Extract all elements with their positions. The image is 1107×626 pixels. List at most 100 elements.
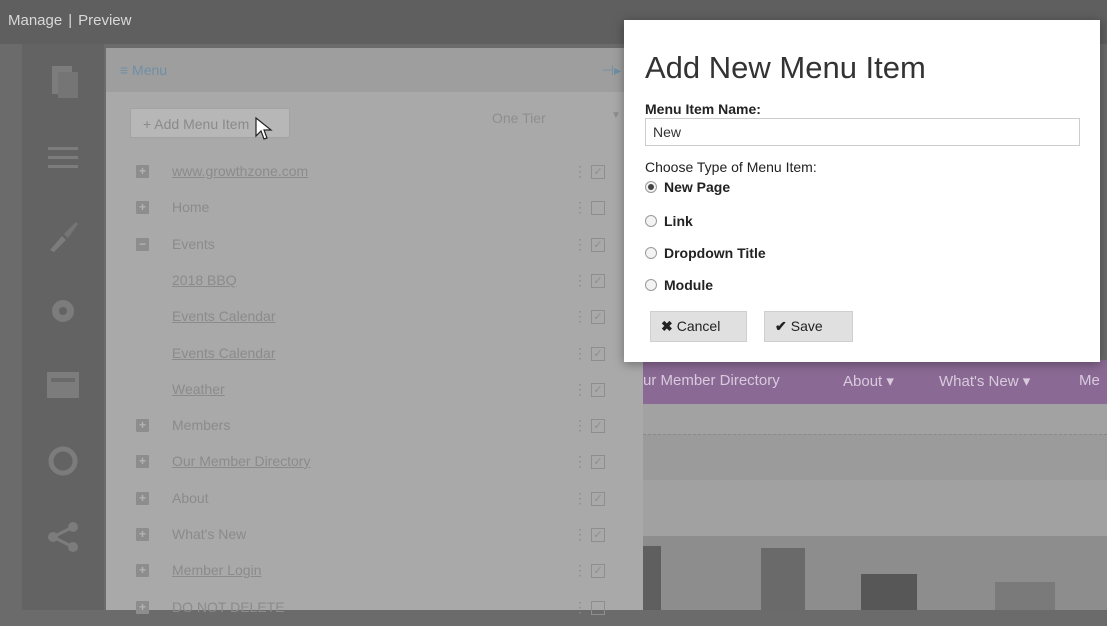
menu-panel-title: ≡ Menu [120,62,168,78]
radio-link[interactable] [645,215,657,227]
menu-item-label[interactable]: Events [172,236,215,252]
tier-select[interactable]: One Tier [492,110,546,126]
chevron-down-icon[interactable]: ▼ [611,110,621,121]
menu-item-label[interactable]: What's New [172,526,246,542]
manage-link[interactable]: Manage [8,12,62,29]
drag-handle-icon[interactable]: ⋮ [573,490,587,507]
option-label: New Page [664,179,731,195]
drag-handle-icon[interactable]: ⋮ [573,236,587,253]
cancel-button[interactable]: ✖ Cancel [650,311,747,342]
drag-handle-icon[interactable]: ⋮ [573,599,587,616]
menu-item-row[interactable]: Weather ⋮ ✓ [106,372,643,408]
menu-item-label[interactable]: Weather [172,381,225,397]
expand-icon[interactable]: + [136,492,149,505]
menu-item-label[interactable]: Events Calendar [172,345,276,361]
drag-handle-icon[interactable]: ⋮ [573,417,587,434]
menu-item-label[interactable]: About [172,490,209,506]
menu-item-row[interactable]: Events Calendar ⋮ ✓ [106,336,643,372]
pages-icon[interactable] [44,62,82,100]
menu-item-row[interactable]: + About ⋮ ✓ [106,481,643,517]
expand-icon[interactable]: + [136,455,149,468]
menu-item-name-input[interactable]: New [645,118,1080,146]
drag-handle-icon[interactable]: ⋮ [573,453,587,470]
visible-checkbox[interactable]: ✓ [591,419,605,433]
site-nav-bar: ur Member Directory About ▾ What's New ▾… [643,360,1107,404]
visible-checkbox[interactable]: ✓ [591,165,605,179]
visible-checkbox[interactable]: ✓ [591,238,605,252]
menu-item-label[interactable]: DO NOT DELETE [172,599,285,615]
expand-icon[interactable]: + [136,564,149,577]
menu-item-row[interactable]: 2018 BBQ ⋮ ✓ [106,263,643,299]
drag-handle-icon[interactable]: ⋮ [573,308,587,325]
site-nav-about[interactable]: About ▾ [843,372,894,390]
site-nav-more[interactable]: Me [1079,372,1100,389]
expand-icon[interactable]: + [136,528,149,541]
menu-item-label[interactable]: Home [172,199,209,215]
collapse-icon[interactable]: − [136,238,149,251]
checkmark-icon: ✔ [775,318,787,334]
pin-icon[interactable]: ⊣▸ [602,62,621,79]
menu-item-label[interactable]: Members [172,417,230,433]
layout-icon[interactable] [44,366,82,404]
drag-handle-icon[interactable]: ⋮ [573,163,587,180]
visible-checkbox[interactable]: ✓ [591,347,605,361]
menu-item-row[interactable]: + What's New ⋮ ✓ [106,517,643,553]
site-preview: ur Member Directory About ▾ What's New ▾… [643,360,1107,610]
menu-item-label[interactable]: Our Member Directory [172,453,310,469]
radio-module[interactable] [645,279,657,291]
gear-icon[interactable] [44,292,82,330]
menu-item-row[interactable]: + www.growthzone.com ⋮ ✓ [106,154,643,190]
menu-item-label[interactable]: www.growthzone.com [172,163,308,179]
mouse-cursor-icon [255,116,273,140]
option-label: Module [664,277,713,293]
drag-handle-icon[interactable]: ⋮ [573,272,587,289]
recycle-icon[interactable] [44,442,82,480]
visible-checkbox[interactable]: ✓ [591,274,605,288]
menu-item-label[interactable]: Member Login [172,562,262,578]
drag-handle-icon[interactable]: ⋮ [573,526,587,543]
radio-new-page[interactable] [645,181,657,193]
option-label: Dropdown Title [664,245,766,261]
menu-item-row[interactable]: + Our Member Directory ⋮ ✓ [106,444,643,480]
menu-item-label[interactable]: 2018 BBQ [172,272,237,288]
menu-item-row[interactable]: + DO NOT DELETE ⋮ [106,590,643,626]
visible-checkbox[interactable] [591,601,605,615]
menu-lines-icon[interactable] [44,139,82,177]
drag-handle-icon[interactable]: ⋮ [573,381,587,398]
menu-item-row[interactable]: − Events ⋮ ✓ [106,227,643,263]
preview-link[interactable]: Preview [78,12,131,29]
visible-checkbox[interactable]: ✓ [591,310,605,324]
expand-icon[interactable]: + [136,201,149,214]
paint-brush-icon[interactable] [44,216,82,254]
save-label: Save [790,318,823,334]
expand-icon[interactable]: + [136,165,149,178]
expand-icon[interactable]: + [136,601,149,614]
menu-item-row[interactable]: Events Calendar ⋮ ✓ [106,299,643,335]
share-icon[interactable] [44,518,82,556]
drag-handle-icon[interactable]: ⋮ [573,199,587,216]
visible-checkbox[interactable]: ✓ [591,455,605,469]
city-skyline-image [643,536,1107,610]
add-menu-item-dialog: Add New Menu Item Menu Item Name: New Ch… [624,20,1100,362]
site-band [643,404,1107,434]
site-nav-member-directory[interactable]: ur Member Directory [643,372,780,389]
site-band [643,480,1107,536]
visible-checkbox[interactable]: ✓ [591,383,605,397]
menu-item-name-label: Menu Item Name: [645,101,761,117]
site-band [643,434,1107,481]
menu-item-row[interactable]: + Member Login ⋮ ✓ [106,553,643,589]
site-nav-whats-new[interactable]: What's New ▾ [939,372,1030,390]
save-button[interactable]: ✔ Save [764,311,853,342]
drag-handle-icon[interactable]: ⋮ [573,345,587,362]
radio-dropdown-title[interactable] [645,247,657,259]
visible-checkbox[interactable]: ✓ [591,528,605,542]
menu-item-row[interactable]: + Members ⋮ ✓ [106,408,643,444]
visible-checkbox[interactable]: ✓ [591,492,605,506]
menu-item-row[interactable]: + Home ⋮ [106,190,643,226]
cancel-label: Cancel [676,318,721,334]
visible-checkbox[interactable]: ✓ [591,564,605,578]
expand-icon[interactable]: + [136,419,149,432]
visible-checkbox[interactable] [591,201,605,215]
drag-handle-icon[interactable]: ⋮ [573,562,587,579]
menu-item-label[interactable]: Events Calendar [172,308,276,324]
